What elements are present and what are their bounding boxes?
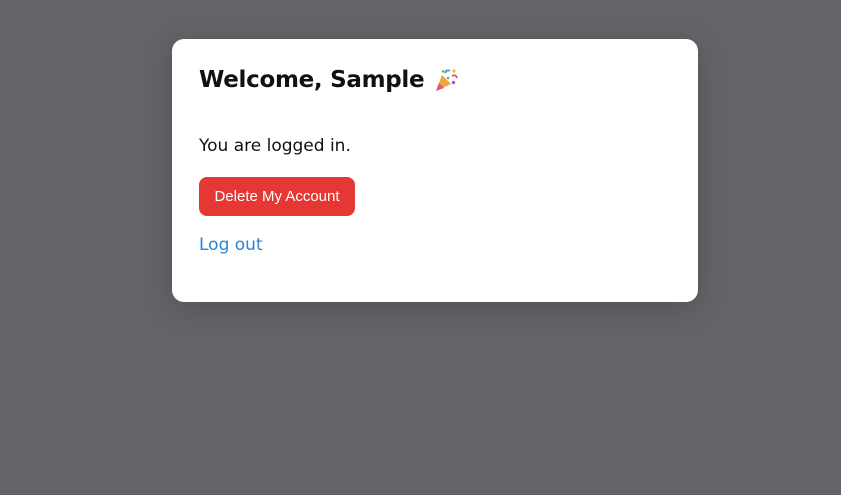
delete-account-button[interactable]: Delete My Account	[199, 177, 355, 216]
login-status-text: You are logged in.	[199, 136, 351, 156]
page-title: Welcome, Sample	[199, 67, 425, 93]
title-row: Welcome, Sample	[199, 67, 459, 93]
party-popper-icon	[433, 67, 459, 93]
welcome-card: Welcome, Sample You are logged in. Delet…	[172, 39, 698, 302]
logout-link[interactable]: Log out	[199, 235, 263, 255]
